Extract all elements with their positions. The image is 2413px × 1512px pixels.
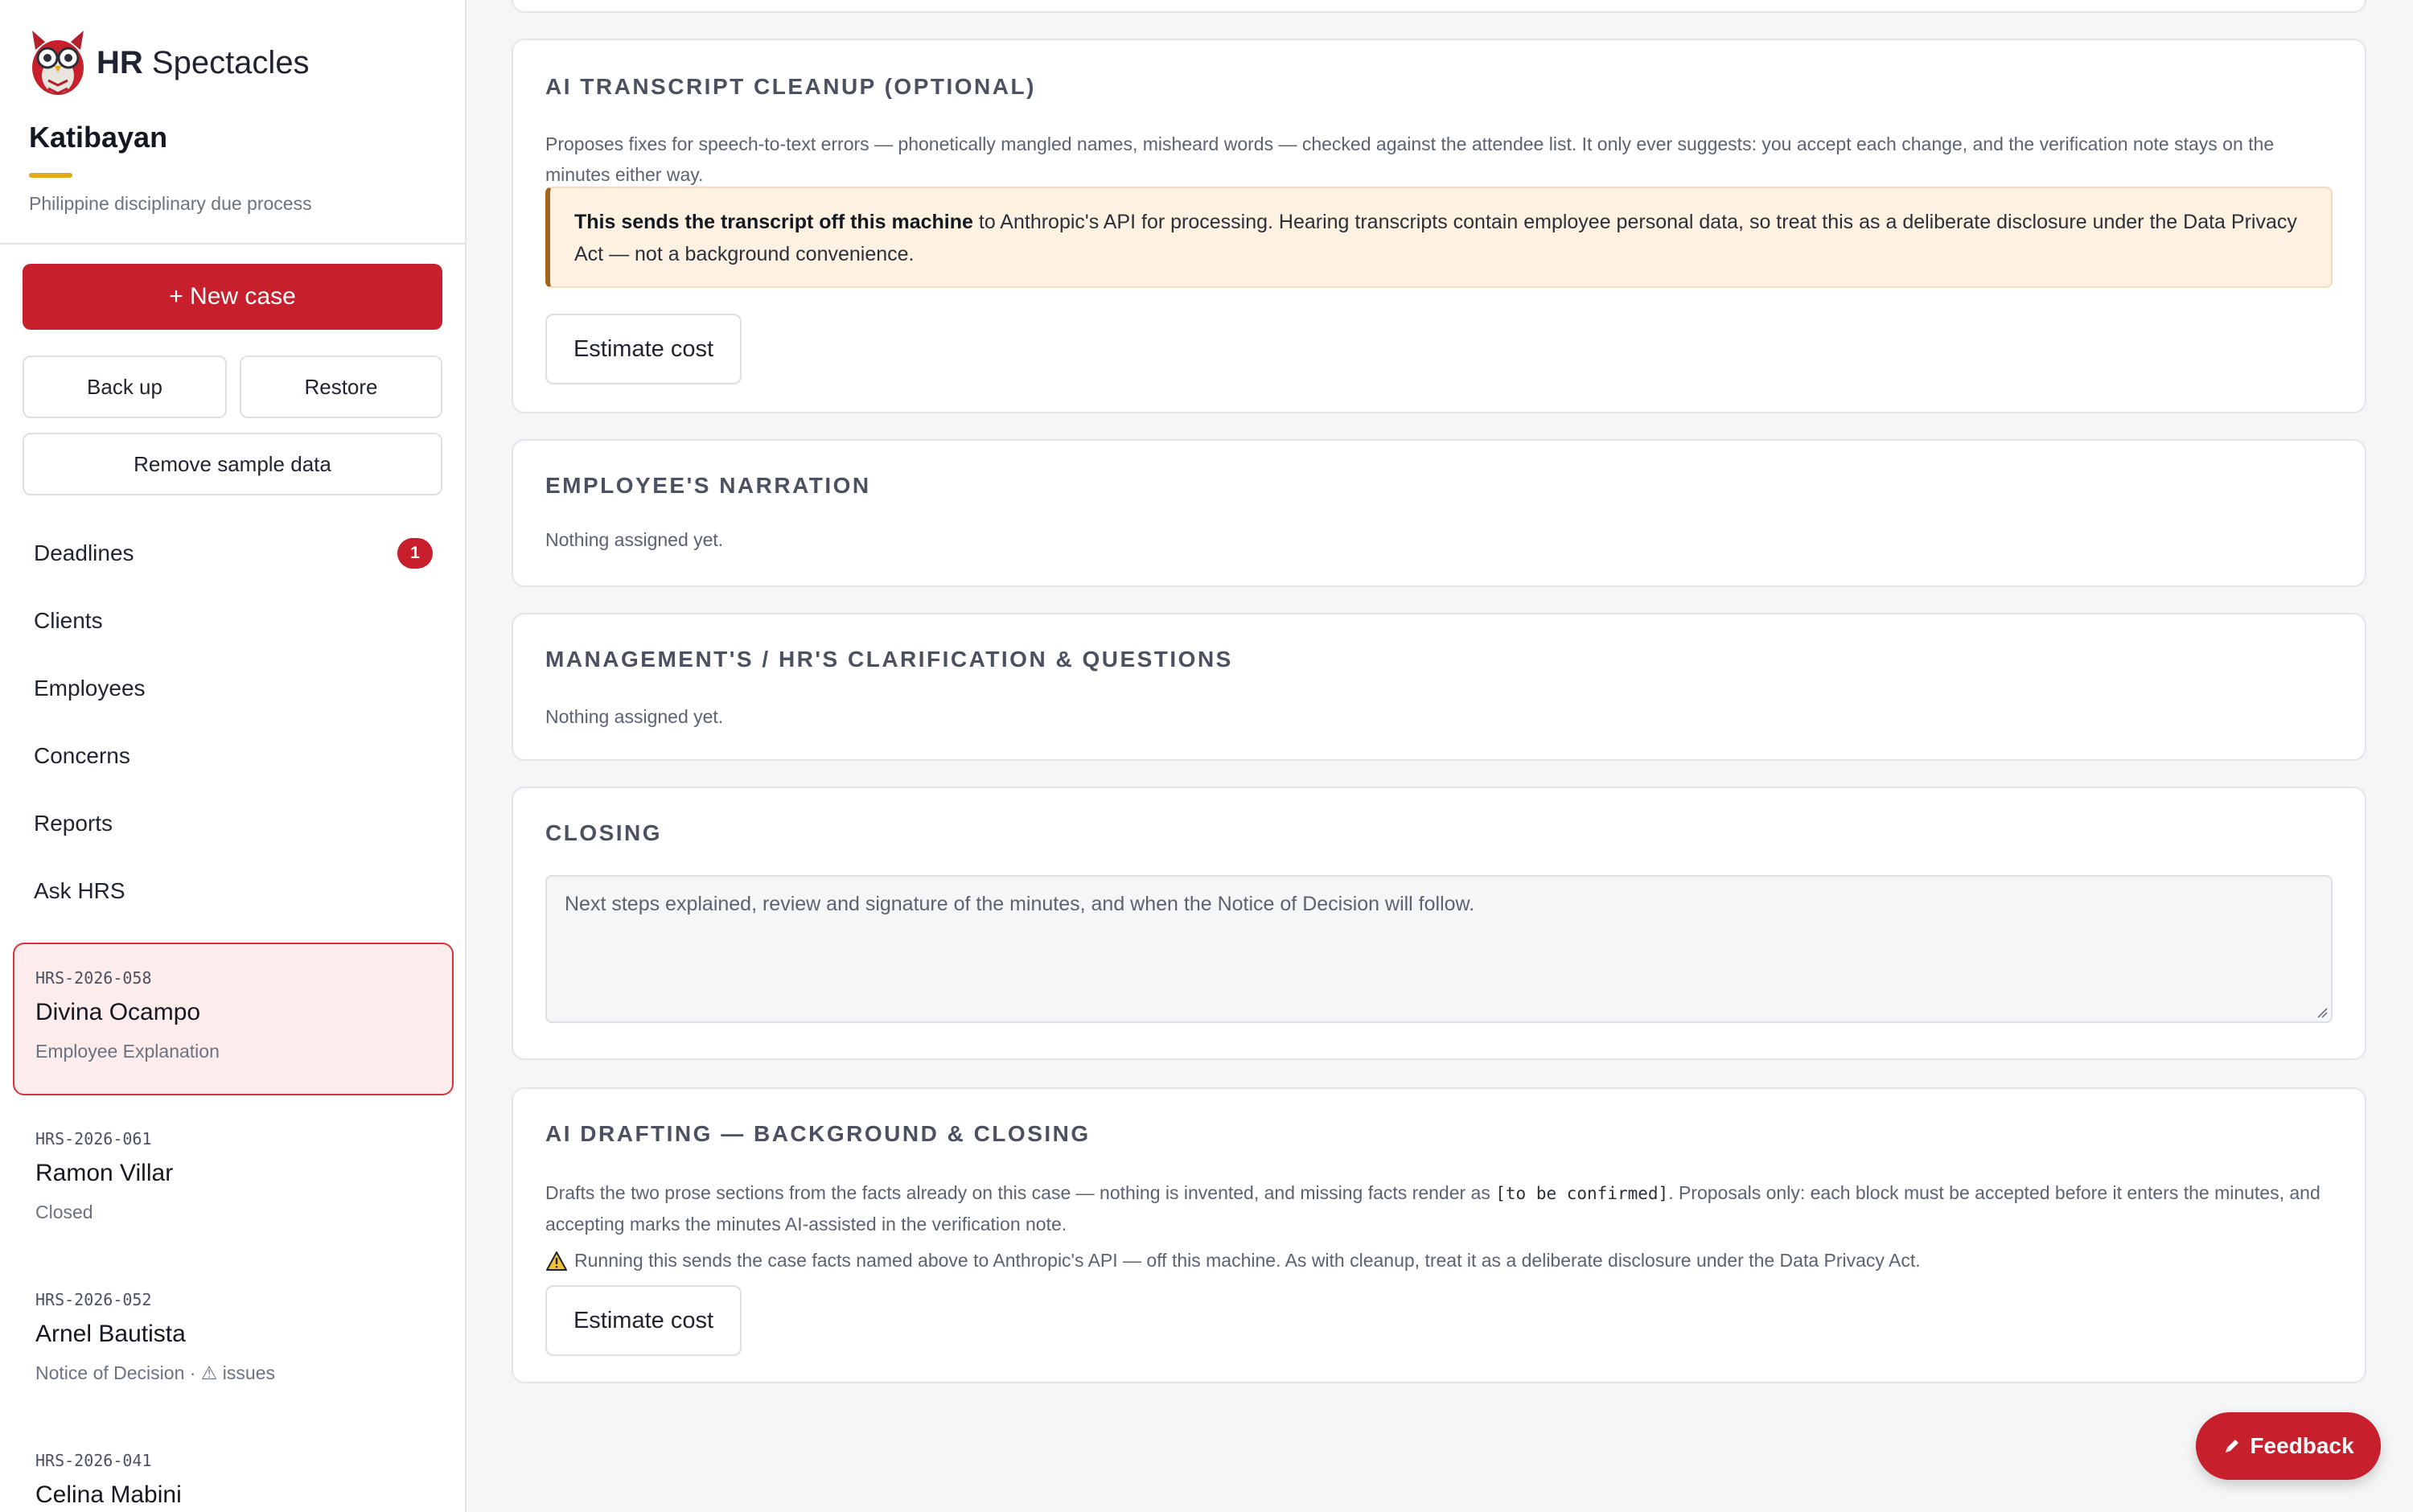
- warning-text: Running this sends the case facts named …: [574, 1250, 1921, 1271]
- deadlines-count-badge: 1: [397, 538, 433, 569]
- case-list-item[interactable]: HRS-2026-061 Ramon Villar Closed: [13, 1103, 454, 1264]
- employee-narration-card: EMPLOYEE'S NARRATION Nothing assigned ye…: [512, 439, 2366, 587]
- org-underline: [29, 173, 72, 178]
- sidebar-item-concerns[interactable]: Concerns: [0, 722, 465, 790]
- management-clarification-card: MANAGEMENT'S / HR'S CLARIFICATION & QUES…: [512, 613, 2366, 761]
- main-content: AI TRANSCRIPT CLEANUP (OPTIONAL) Propose…: [467, 0, 2413, 1512]
- case-list-item-active[interactable]: HRS-2026-058 Divina Ocampo Employee Expl…: [13, 943, 454, 1095]
- section-title: EMPLOYEE'S NARRATION: [545, 473, 871, 498]
- sidebar-item-reports[interactable]: Reports: [0, 790, 465, 857]
- section-description: Proposes fixes for speech-to-text errors…: [545, 134, 2275, 185]
- feedback-button[interactable]: Feedback: [2196, 1412, 2381, 1480]
- sidebar: HR Spectacles Katibayan Philippine disci…: [0, 0, 467, 1512]
- backup-button[interactable]: Back up: [23, 355, 227, 418]
- new-case-button[interactable]: + New case: [23, 264, 442, 330]
- case-status: Closed: [35, 1202, 93, 1222]
- brand-name: HR Spectacles: [97, 44, 310, 80]
- case-name: Arnel Bautista: [35, 1321, 186, 1347]
- placeholder-token: [to be confirmed]: [1495, 1184, 1669, 1203]
- remove-sample-data-button[interactable]: Remove sample data: [23, 433, 442, 495]
- case-list-item[interactable]: HRS-2026-041 Celina Mabini: [13, 1425, 454, 1512]
- section-title: MANAGEMENT'S / HR'S CLARIFICATION & QUES…: [545, 647, 1233, 672]
- estimate-cost-button[interactable]: Estimate cost: [545, 314, 742, 384]
- pencil-icon: [2226, 1440, 2239, 1452]
- sidebar-divider: [0, 243, 465, 244]
- sidebar-item-label: Reports: [34, 811, 113, 836]
- org-subtitle: Philippine disciplinary due process: [29, 193, 312, 214]
- estimate-cost-button[interactable]: Estimate cost: [545, 1285, 742, 1356]
- case-list-item[interactable]: HRS-2026-052 Arnel Bautista Notice of De…: [13, 1264, 454, 1425]
- case-id: HRS-2026-061: [35, 1129, 152, 1148]
- closing-card: CLOSING Next steps explained, review and…: [512, 787, 2366, 1060]
- ai-drafting-card: AI DRAFTING — BACKGROUND & CLOSING Draft…: [512, 1087, 2366, 1383]
- sidebar-item-deadlines[interactable]: Deadlines 1: [0, 520, 465, 587]
- brand[interactable]: HR Spectacles: [27, 26, 310, 100]
- restore-button[interactable]: Restore: [240, 355, 442, 418]
- case-status: Employee Explanation: [35, 1041, 220, 1062]
- feedback-label: Feedback: [2250, 1433, 2354, 1458]
- owl-logo-icon: [32, 31, 84, 95]
- sidebar-item-label: Concerns: [34, 743, 130, 768]
- case-list: HRS-2026-058 Divina Ocampo Employee Expl…: [13, 943, 454, 1512]
- data-privacy-warning: Running this sends the case facts named …: [545, 1250, 2333, 1272]
- sidebar-item-clients[interactable]: Clients: [0, 587, 465, 655]
- previous-section-card: [512, 0, 2366, 13]
- sidebar-item-label: Ask HRS: [34, 878, 125, 903]
- sidebar-item-label: Clients: [34, 608, 103, 633]
- empty-state-text: Nothing assigned yet.: [545, 706, 724, 727]
- ai-transcript-cleanup-card: AI TRANSCRIPT CLEANUP (OPTIONAL) Propose…: [512, 39, 2366, 413]
- case-id: HRS-2026-041: [35, 1451, 152, 1470]
- section-title: AI DRAFTING — BACKGROUND & CLOSING: [545, 1121, 1091, 1146]
- sidebar-nav: Deadlines 1 Clients Employees Concerns R…: [0, 520, 465, 925]
- sidebar-item-label: Deadlines: [34, 540, 134, 565]
- closing-textarea[interactable]: Next steps explained, review and signatu…: [545, 875, 2333, 1023]
- case-name: Celina Mabini: [35, 1481, 182, 1508]
- warning-triangle-icon: [546, 1251, 567, 1271]
- sidebar-item-ask-hrs[interactable]: Ask HRS: [0, 857, 465, 925]
- warning-emphasis: This sends the transcript off this machi…: [574, 211, 973, 233]
- sidebar-item-label: Employees: [34, 676, 146, 701]
- case-id: HRS-2026-052: [35, 1290, 152, 1309]
- case-status: Notice of Decision · ⚠ issues: [35, 1362, 276, 1383]
- case-id: HRS-2026-058: [35, 968, 152, 988]
- section-title: CLOSING: [545, 820, 663, 845]
- section-title: AI TRANSCRIPT CLEANUP (OPTIONAL): [545, 74, 1036, 99]
- case-name: Ramon Villar: [35, 1160, 174, 1186]
- resize-grip-icon[interactable]: [2315, 1005, 2328, 1018]
- empty-state-text: Nothing assigned yet.: [545, 529, 724, 550]
- section-description: Drafts the two prose sections from the f…: [545, 1182, 2321, 1235]
- data-privacy-warning: This sends the transcript off this machi…: [545, 187, 2333, 288]
- org-name: Katibayan: [29, 121, 168, 154]
- case-name: Divina Ocampo: [35, 999, 201, 1025]
- sidebar-item-employees[interactable]: Employees: [0, 655, 465, 722]
